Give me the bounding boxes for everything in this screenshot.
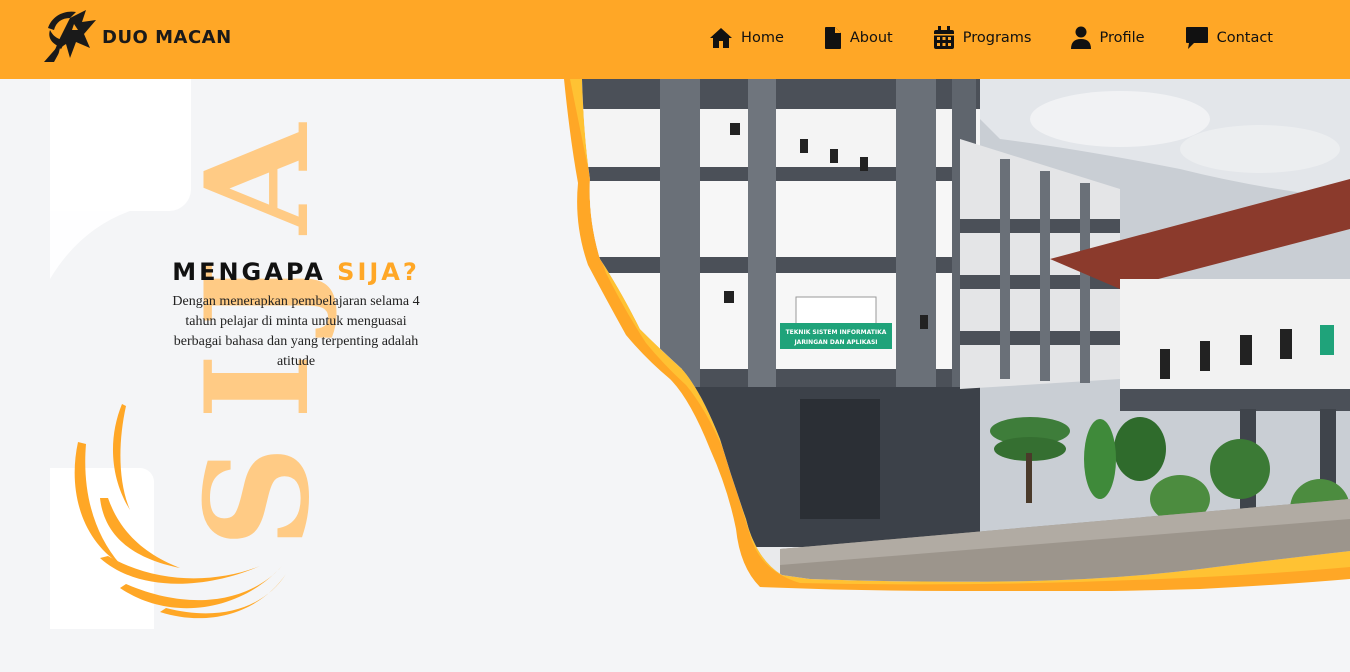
nav-label-home: Home — [741, 30, 784, 46]
hero-description: Dengan menerapkan pembelajaran selama 4 … — [172, 293, 420, 369]
sign-line1: TEKNIK SISTEM INFORMATIKA — [786, 329, 887, 336]
decor-panel-top — [50, 79, 191, 211]
sign-line2: JARINGAN DAN APLIKASI — [793, 339, 877, 346]
navbar: DUO MACAN Home About Programs Profile Co… — [0, 0, 1350, 79]
hero-title-main: MENGAPA — [172, 258, 326, 286]
nav-menu: Home About Programs Profile Contact — [709, 26, 1273, 50]
nav-item-home[interactable]: Home — [709, 27, 784, 49]
nav-label-contact: Contact — [1216, 30, 1273, 46]
tiger-logo-icon — [44, 10, 96, 62]
brand-name: DUO MACAN — [102, 26, 232, 48]
calendar-icon — [933, 26, 954, 49]
nav-label-profile: Profile — [1099, 30, 1145, 46]
nav-item-contact[interactable]: Contact — [1185, 26, 1273, 50]
nav-item-about[interactable]: About — [824, 26, 893, 50]
brand-logo[interactable]: DUO MACAN — [40, 8, 232, 66]
school-building-photo: TEKNIK SISTEM INFORMATIKA JARINGAN DAN A… — [564, 79, 1350, 591]
nav-label-programs: Programs — [962, 30, 1032, 46]
home-icon — [710, 28, 733, 48]
nav-item-programs[interactable]: Programs — [933, 26, 1032, 50]
chat-icon — [1185, 27, 1208, 49]
hero-title: MENGAPA SIJA? — [160, 258, 432, 287]
hero-title-accent: SIJA? — [337, 258, 420, 286]
document-icon — [824, 27, 841, 49]
user-icon — [1071, 26, 1092, 49]
hero-section: MENGAPA SIJA? Dengan menerapkan pembelaj… — [160, 258, 432, 372]
nav-label-about: About — [849, 30, 893, 46]
nav-item-profile[interactable]: Profile — [1071, 26, 1145, 50]
swirl-decoration-icon — [74, 404, 286, 619]
